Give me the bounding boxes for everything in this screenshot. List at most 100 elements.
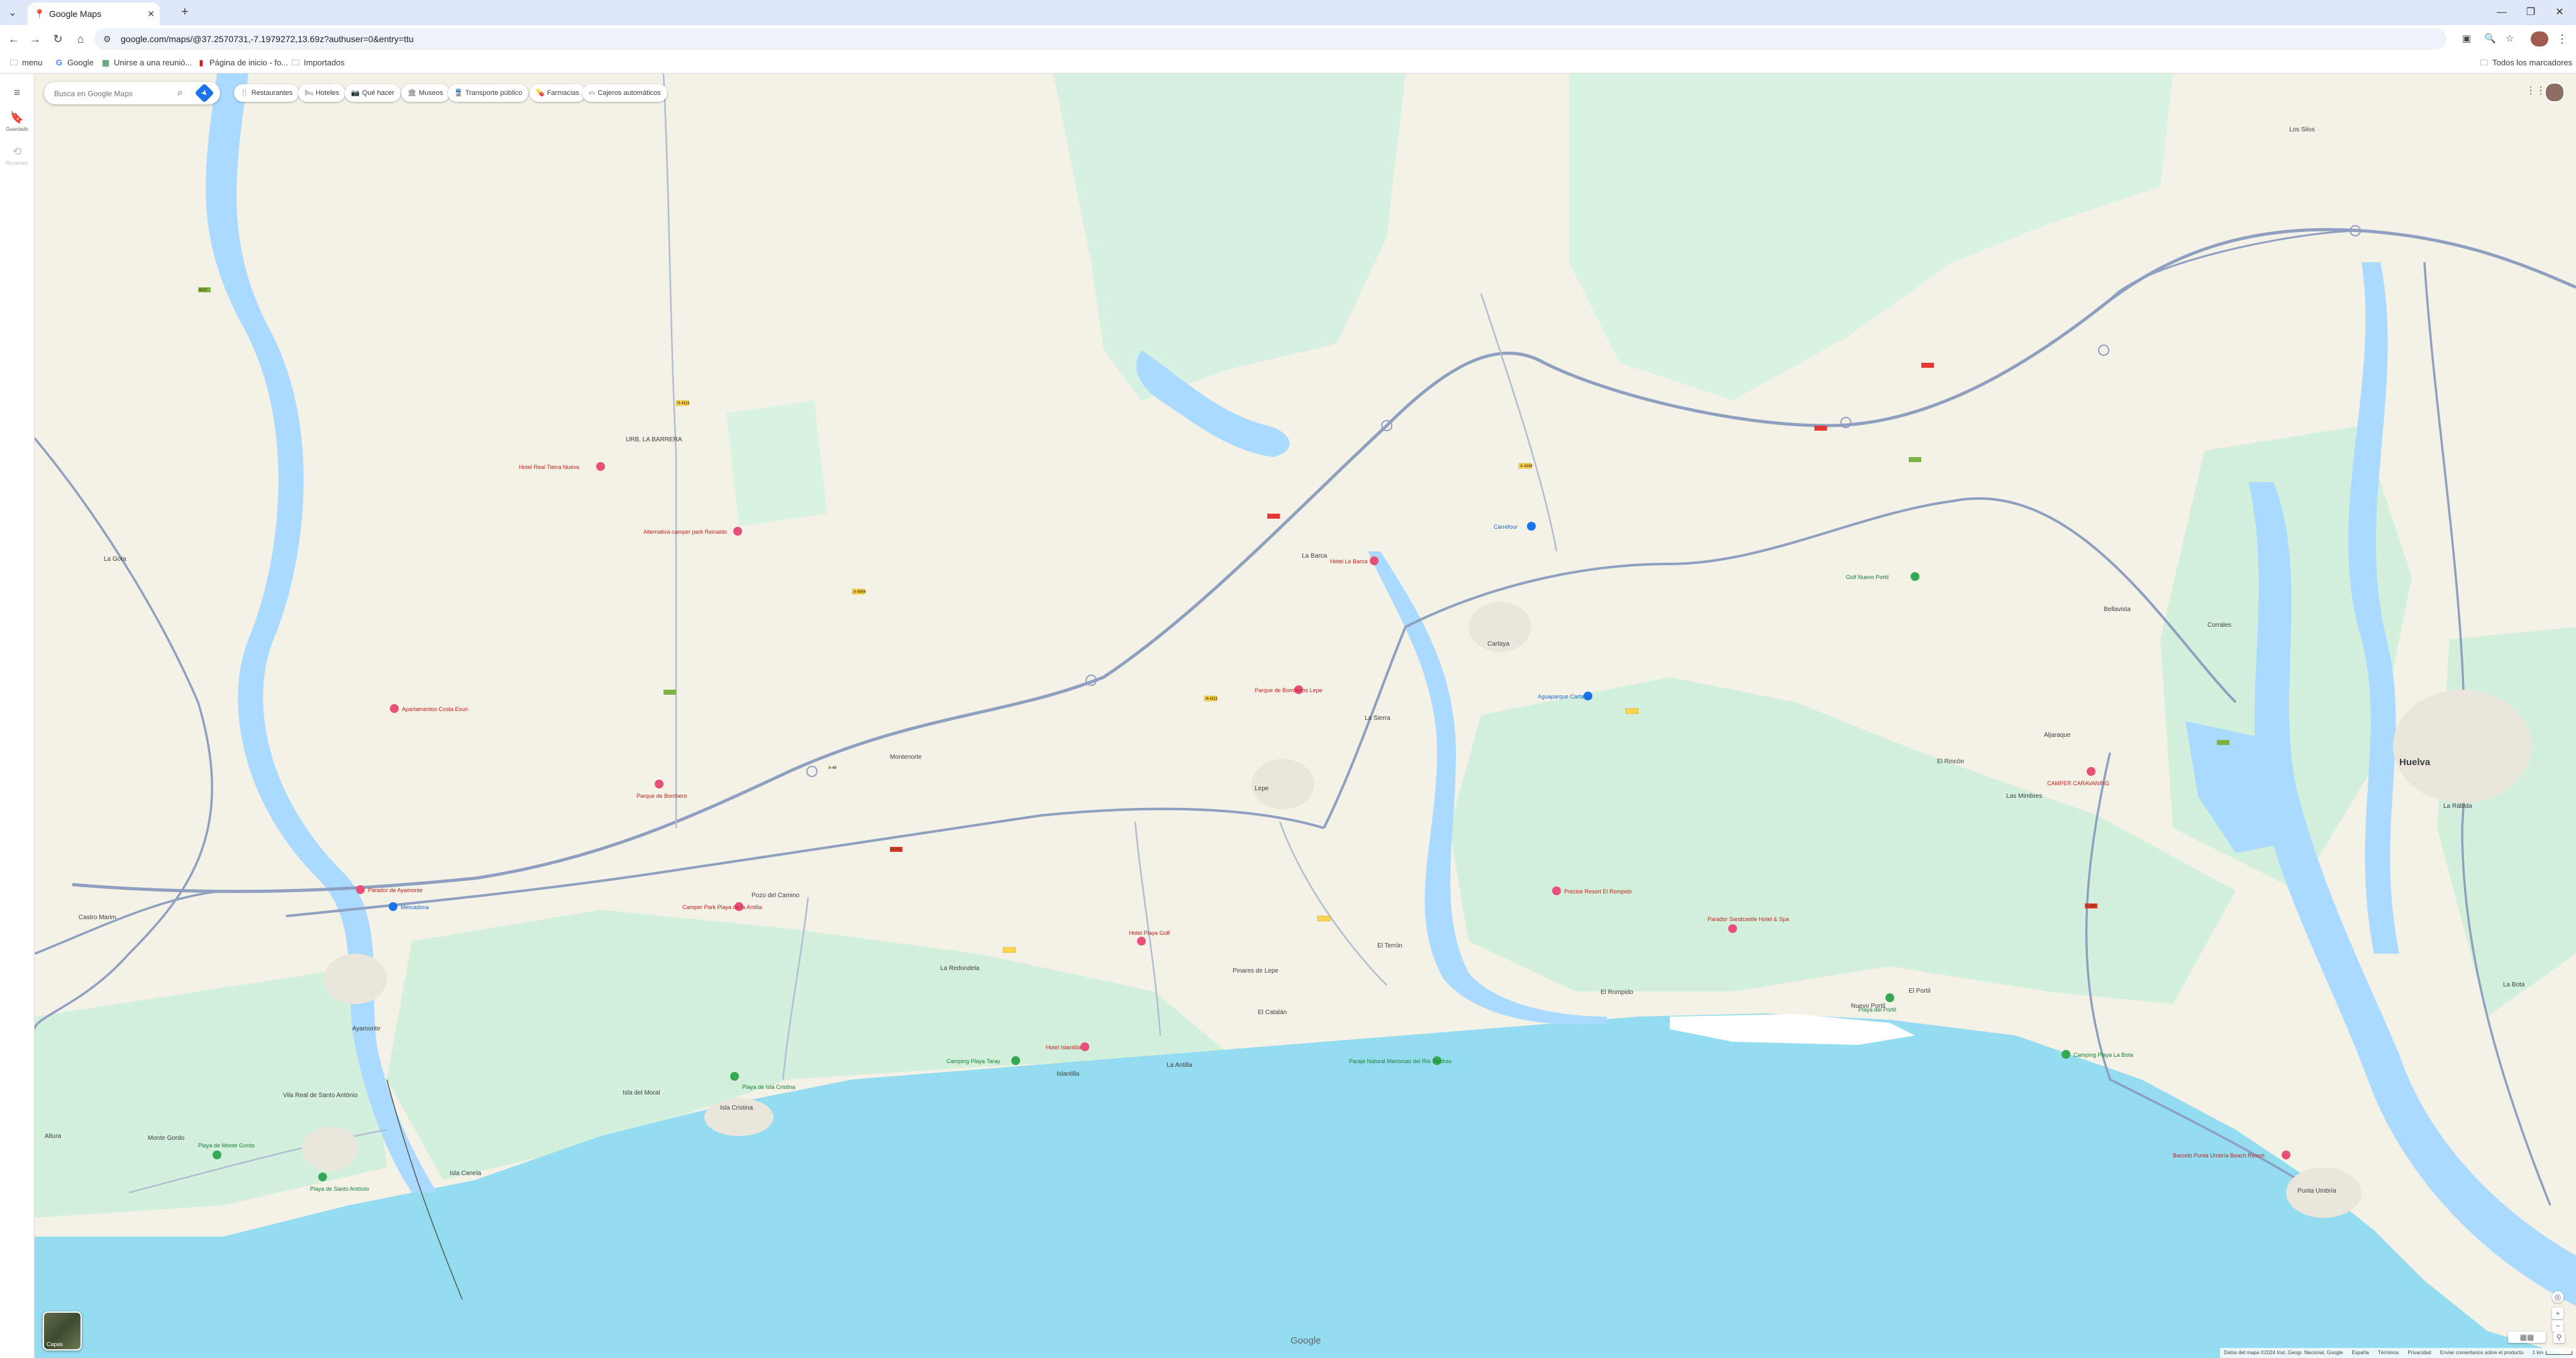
reload-button[interactable]: ↻	[49, 30, 67, 48]
maximize-button[interactable]: ❐	[2518, 4, 2543, 21]
search-box[interactable]: ⌕ ➤	[44, 82, 220, 104]
town-label: La Barca	[1302, 553, 1327, 560]
saved-bookmark-icon[interactable]: 🔖	[8, 109, 26, 126]
fire-station-pin-icon[interactable]: Parque de Bomberos Lepe	[1255, 685, 1323, 694]
site-info-icon[interactable]: ⚙	[103, 33, 111, 45]
town-area	[704, 1098, 774, 1136]
bookmark-importados[interactable]: 🗀 Importados	[291, 57, 345, 69]
pharmacy-icon: 💊	[536, 89, 545, 97]
directions-icon[interactable]: ➤	[194, 83, 214, 103]
search-input[interactable]	[53, 87, 181, 100]
chip-hoteles[interactable]: 🛏 Hoteles	[298, 84, 346, 102]
privacy-link[interactable]: Privacidad	[2407, 1350, 2431, 1355]
pegman-thumbnails[interactable]: ▦▦	[2508, 1332, 2546, 1343]
svg-text:Playa de Isla Cristina: Playa de Isla Cristina	[742, 1084, 796, 1090]
hotel-pin-icon[interactable]: Precise Resort El Rompido	[1552, 886, 1632, 895]
camper-pin-icon[interactable]: Camper Park Playa de la Antilla	[682, 902, 762, 911]
chip-museos[interactable]: 🏛 Museos	[401, 84, 450, 102]
bookmark-star-icon[interactable]: ☆	[2506, 33, 2514, 45]
my-location-icon[interactable]: ◎	[2552, 1291, 2563, 1303]
chip-restaurantes[interactable]: 🍴 Restaurantes	[234, 84, 299, 102]
shopping-pin-icon[interactable]: Mercadona	[389, 902, 429, 911]
hotel-pin-icon[interactable]: Hotel Islantilla	[1046, 1042, 1089, 1051]
hotel-pin-icon[interactable]: Apartamentos Costa Esuri	[390, 704, 468, 713]
google-logo: Google	[1291, 1335, 1321, 1346]
town-label: Castro Marim	[79, 914, 116, 921]
google-icon: G	[55, 58, 63, 67]
recents-history-icon[interactable]: ⟲	[8, 143, 26, 160]
town-label: Vila Real de Santo António	[283, 1092, 358, 1099]
zoom-in-button[interactable]: +	[2552, 1308, 2563, 1319]
bookmark-unirse-reunion[interactable]: ▦ Unirse a una reunió...	[101, 57, 192, 69]
chip-que-hacer[interactable]: 📷 Qué hacer	[345, 84, 401, 102]
install-app-icon[interactable]: ▣	[2462, 33, 2471, 45]
street-view-pegman-icon[interactable]: ⚲	[2553, 1332, 2565, 1343]
new-tab-button[interactable]: +	[176, 4, 194, 21]
town-label: Isla Cristina	[720, 1105, 753, 1112]
town-label: El Catalán	[1258, 1009, 1287, 1016]
svg-text:Parador de Ayamonte: Parador de Ayamonte	[368, 887, 423, 893]
search-icon[interactable]: ⌕	[177, 87, 183, 99]
town-label: Islantilla	[1057, 1071, 1080, 1078]
town-label: URB. LA BARRERA	[626, 436, 682, 443]
profile-avatar[interactable]	[2531, 31, 2548, 47]
svg-text:Playa de Santo António: Playa de Santo António	[310, 1186, 369, 1192]
road-shield	[2217, 740, 2229, 745]
folder-icon: 🗀	[291, 58, 300, 67]
home-button[interactable]: ⌂	[72, 30, 89, 48]
tab-search-dropdown-icon[interactable]: ⌄	[5, 6, 20, 21]
nature-pin-icon[interactable]: Paraje Natural Marismas del Río Piedras	[1349, 1056, 1452, 1065]
layers-button[interactable]: Capas	[43, 1311, 82, 1350]
svg-text:Alternativa camper park Reinal: Alternativa camper park Reinaldo	[643, 529, 727, 535]
scale-label[interactable]: 1 km	[2533, 1350, 2543, 1355]
park-pin-icon[interactable]: Aguaparque Cartaya	[1538, 692, 1592, 700]
hamburger-menu-icon[interactable]: ≡	[8, 84, 26, 101]
park-area	[726, 400, 827, 526]
all-bookmarks[interactable]: 🗀 Todos los marcadores	[2479, 57, 2572, 69]
town-label: Bellavista	[2104, 606, 2131, 613]
road-label: IC27	[199, 289, 208, 292]
window-close-button[interactable]: ✕	[2547, 4, 2572, 21]
hotel-pin-icon[interactable]: Hotel Le Barca	[1330, 556, 1379, 565]
account-avatar[interactable]	[2545, 82, 2565, 102]
terms-link[interactable]: Términos	[2378, 1350, 2399, 1355]
back-button[interactable]: ←	[5, 30, 23, 48]
bookmark-menu[interactable]: 🗀 menu	[9, 57, 42, 69]
town-label: El Portil	[1909, 988, 1930, 995]
folder-icon: 🗀	[9, 58, 18, 67]
town-label: Huelva	[2399, 757, 2431, 768]
road-shield	[663, 690, 676, 695]
feedback-link[interactable]: Enviar comentarios sobre el producto	[2440, 1350, 2524, 1355]
zoom-out-button[interactable]: −	[2552, 1320, 2563, 1332]
town-label: Pinares de Lepe	[1233, 968, 1279, 974]
bookmark-google[interactable]: G Google	[54, 57, 94, 69]
chip-cajeros[interactable]: ▭ Cajeros automáticos	[582, 84, 667, 102]
road-label: A-49	[828, 766, 837, 770]
town-label: Las Mimbres	[2006, 793, 2042, 800]
atm-icon: ▭	[589, 89, 596, 97]
chip-farmacias[interactable]: 💊 Farmacias	[530, 84, 586, 102]
town-area	[1252, 759, 1314, 809]
svg-text:Hotel Islantilla: Hotel Islantilla	[1046, 1044, 1081, 1051]
bookmark-pagina-inicio[interactable]: ▮ Página de inicio - fo...	[196, 57, 288, 69]
tab-google-maps[interactable]: 📍 Google Maps ✕	[28, 3, 160, 25]
attribution-country[interactable]: España	[2352, 1350, 2369, 1355]
svg-text:Camping Playa La Bota: Camping Playa La Bota	[2074, 1052, 2133, 1058]
bookmark-red-icon: ▮	[199, 58, 204, 67]
map-canvas[interactable]: Huelva Lepe Cartaya Isla Cristina Ayamon…	[35, 74, 2576, 1358]
google-apps-icon[interactable]: ⋮⋮	[2526, 84, 2546, 99]
address-bar[interactable]: ⚙ google.com/maps/@37.2570731,-7.1979272…	[94, 28, 2514, 50]
close-icon[interactable]: ✕	[147, 8, 155, 19]
svg-text:Playa de Monte Gordo: Playa de Monte Gordo	[198, 1142, 255, 1149]
minimize-button[interactable]: —	[2489, 4, 2514, 21]
forward-button[interactable]: →	[26, 30, 44, 48]
train-icon: 🚆	[454, 89, 463, 97]
browser-menu-icon[interactable]: ⋮	[2553, 30, 2571, 48]
zoom-icon[interactable]: 🔍	[2484, 33, 2496, 45]
town-label: La Antilla	[1167, 1062, 1192, 1069]
chip-transporte-publico[interactable]: 🚆 Transporte público	[448, 84, 529, 102]
town-label: La Gota	[104, 556, 126, 563]
shopping-pin-icon[interactable]: Carrefour	[1494, 522, 1536, 531]
url-text[interactable]: google.com/maps/@37.2570731,-7.1979272,1…	[121, 33, 414, 45]
town-label: Isla Canela	[450, 1170, 481, 1177]
